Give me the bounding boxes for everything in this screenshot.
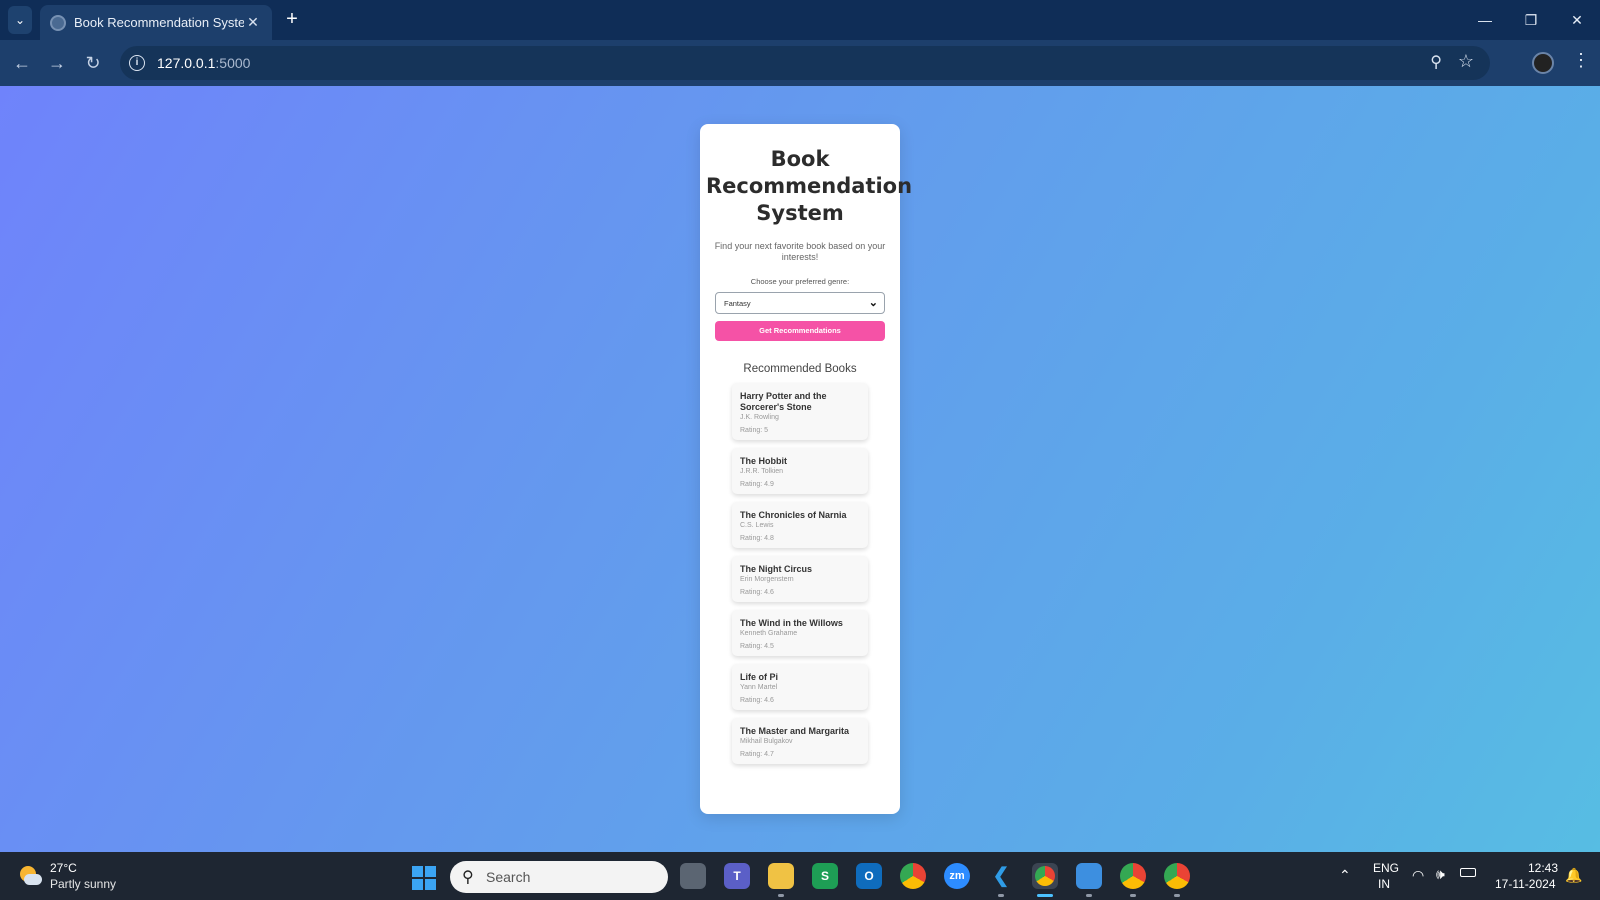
- book-card: The Chronicles of Narnia C.S. Lewis Rati…: [732, 502, 868, 548]
- page-title: Book Recommendation System: [706, 147, 913, 225]
- chrome-profile-icon[interactable]: [1164, 863, 1190, 889]
- task-view-icon[interactable]: [680, 863, 706, 889]
- chrome-icon[interactable]: [900, 863, 926, 889]
- taskbar-search[interactable]: ⚲ Search: [450, 861, 668, 893]
- language-indicator[interactable]: ENG: [1373, 861, 1399, 875]
- battery-icon[interactable]: [1460, 868, 1476, 877]
- app-card: Book Recommendation System Find your nex…: [700, 124, 913, 814]
- weather-condition[interactable]: Partly sunny: [50, 877, 116, 891]
- search-icon: ⚲: [462, 869, 474, 886]
- book-author: Yann Martel: [740, 684, 778, 691]
- more-menu-icon[interactable]: ⋮: [1572, 50, 1590, 71]
- page-background: Book Recommendation System Find your nex…: [0, 86, 1600, 852]
- book-card: The Night Circus Erin Morgenstern Rating…: [732, 556, 868, 602]
- sheets-app-icon[interactable]: S: [812, 863, 838, 889]
- browser-toolbar: ← → ↻ i 127.0.0.1:5000 ⚲ ☆ ⋮: [0, 40, 1600, 86]
- running-indicator: [998, 894, 1004, 897]
- book-title: The Master and Margarita: [740, 726, 850, 736]
- chrome-profile-icon[interactable]: [1120, 863, 1146, 889]
- book-card: Harry Potter and the Sorcerer's Stone J.…: [732, 383, 868, 440]
- book-rating: Rating: 4.6: [740, 589, 774, 596]
- outlook-icon[interactable]: O: [856, 863, 882, 889]
- url-host: 127.0.0.1: [157, 55, 216, 71]
- page-subtitle: Find your next favorite book based on yo…: [714, 241, 886, 262]
- book-card: Life of Pi Yann Martel Rating: 4.6: [732, 664, 868, 710]
- chrome-active-icon[interactable]: [1032, 863, 1058, 889]
- book-title: The Chronicles of Narnia: [740, 510, 847, 520]
- zoom-app-icon[interactable]: zm: [944, 863, 970, 889]
- start-windows-icon[interactable]: [412, 866, 436, 890]
- book-rating: Rating: 5: [740, 427, 769, 434]
- new-tab-button[interactable]: +: [281, 8, 303, 30]
- chevron-down-icon: ⌄: [868, 297, 878, 309]
- book-card: The Master and Margarita Mikhail Bulgako…: [732, 718, 868, 764]
- zoom-icon[interactable]: ⚲: [1430, 52, 1442, 72]
- book-card: The Wind in the Willows Kenneth Grahame …: [732, 610, 868, 656]
- forward-arrow-icon[interactable]: →: [45, 51, 69, 75]
- address-bar[interactable]: i 127.0.0.1:5000 ⚲ ☆: [120, 46, 1490, 80]
- genre-select[interactable]: Fantasy ⌄: [715, 292, 885, 314]
- browser-tab[interactable]: Book Recommendation System ✕: [40, 5, 272, 40]
- site-info-icon[interactable]: i: [129, 55, 145, 71]
- minimize-button[interactable]: —: [1470, 8, 1500, 32]
- close-tab-icon[interactable]: ✕: [244, 14, 262, 31]
- book-author: J.R.R. Tolkien: [740, 468, 784, 475]
- weather-icon[interactable]: [18, 864, 42, 888]
- chevron-up-icon[interactable]: ⌃: [1339, 867, 1351, 884]
- teams-icon[interactable]: T: [724, 863, 750, 889]
- region-indicator[interactable]: IN: [1378, 877, 1390, 891]
- book-author: Kenneth Grahame: [740, 630, 798, 637]
- restore-button[interactable]: ❐: [1516, 8, 1546, 32]
- bookmark-star-icon[interactable]: ☆: [1458, 51, 1474, 72]
- book-rating: Rating: 4.9: [740, 481, 774, 488]
- file-explorer-icon[interactable]: [768, 863, 794, 889]
- book-author: Mikhail Bulgakov: [740, 738, 793, 745]
- tab-search-button[interactable]: ⌄: [8, 6, 32, 34]
- book-author: J.K. Rowling: [740, 414, 779, 421]
- search-placeholder: Search: [486, 869, 531, 885]
- get-recommendations-button[interactable]: Get Recommendations: [715, 321, 885, 341]
- book-card: The Hobbit J.R.R. Tolkien Rating: 4.9: [732, 448, 868, 494]
- recommended-heading: Recommended Books: [743, 363, 857, 375]
- weather-temperature[interactable]: 27°C: [50, 861, 77, 875]
- book-title: Life of Pi: [740, 672, 778, 682]
- running-indicator: [1086, 894, 1092, 897]
- book-title: Harry Potter and the Sorcerer's Stone: [740, 391, 827, 412]
- vscode-icon[interactable]: ❮: [988, 863, 1014, 889]
- taskbar: 27°C Partly sunny ⚲ Search T S O zm ❮ ⌃ …: [0, 852, 1600, 900]
- book-title: The Night Circus: [740, 564, 813, 574]
- tab-title: Book Recommendation System: [74, 15, 244, 30]
- close-window-button[interactable]: ✕: [1562, 8, 1592, 32]
- book-rating: Rating: 4.7: [740, 751, 774, 758]
- profile-avatar[interactable]: [1532, 52, 1554, 74]
- book-rating: Rating: 4.5: [740, 643, 774, 650]
- running-indicator: [778, 894, 784, 897]
- globe-icon: [50, 14, 66, 31]
- url-port: :5000: [215, 55, 251, 71]
- back-arrow-icon[interactable]: ←: [10, 51, 34, 75]
- genre-selected-value: Fantasy: [724, 299, 751, 308]
- running-indicator: [1174, 894, 1180, 897]
- url-text[interactable]: 127.0.0.1:5000: [157, 55, 250, 71]
- notepad-icon[interactable]: [1076, 863, 1102, 889]
- clock-date[interactable]: 17-11-2024: [1495, 877, 1556, 891]
- book-list: Harry Potter and the Sorcerer's Stone J.…: [732, 383, 868, 764]
- reload-icon[interactable]: ↻: [81, 51, 105, 75]
- wifi-icon[interactable]: ◠: [1412, 867, 1424, 884]
- running-indicator: [1130, 894, 1136, 897]
- book-author: C.S. Lewis: [740, 522, 774, 529]
- book-title: The Wind in the Willows: [740, 618, 843, 628]
- book-author: Erin Morgenstern: [740, 576, 794, 583]
- book-title: The Hobbit: [740, 456, 787, 466]
- genre-label: Choose your preferred genre:: [750, 277, 850, 286]
- active-indicator: [1037, 894, 1053, 897]
- notification-bell-icon[interactable]: 🔔: [1565, 867, 1582, 884]
- book-rating: Rating: 4.6: [740, 697, 774, 704]
- browser-titlebar: ⌄ Book Recommendation System ✕ + — ❐ ✕: [0, 0, 1600, 40]
- volume-icon[interactable]: 🕪: [1436, 866, 1445, 883]
- book-rating: Rating: 4.8: [740, 535, 774, 542]
- clock-time[interactable]: 12:43: [1528, 861, 1558, 875]
